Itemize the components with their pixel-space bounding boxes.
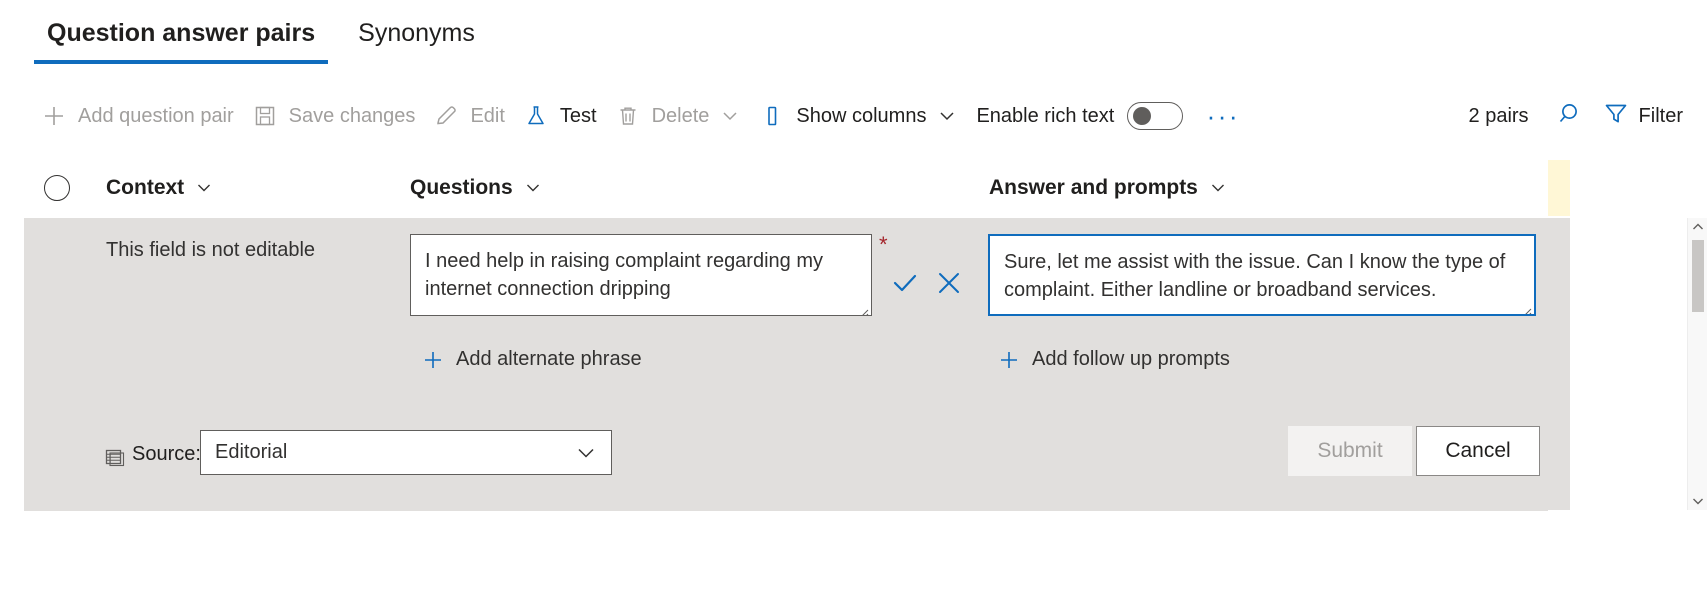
filter-button[interactable]: Filter <box>1591 94 1687 138</box>
source-label: Source: <box>132 443 201 465</box>
add-question-pair-button[interactable]: Add question pair <box>32 94 243 138</box>
test-button[interactable]: Test <box>514 94 606 138</box>
qna-editor-page: Question answer pairs Synonyms Add quest… <box>0 0 1707 592</box>
vertical-scrollbar[interactable] <box>1687 218 1707 510</box>
column-icon <box>759 103 785 129</box>
question-required-marker: * <box>879 232 888 257</box>
edit-button[interactable]: Edit <box>424 94 513 138</box>
show-columns-label: Show columns <box>796 104 927 127</box>
column-header-answer-and-prompts-label: Answer and prompts <box>989 176 1198 199</box>
scroll-up-arrow-icon[interactable] <box>1688 218 1707 236</box>
plus-icon <box>41 103 67 129</box>
close-icon <box>936 270 962 301</box>
show-columns-button[interactable]: Show columns <box>750 94 967 138</box>
confirm-question-button[interactable] <box>886 266 924 304</box>
tab-synonyms-label: Synonyms <box>358 19 475 47</box>
answer-textarea-value: Sure, let me assist with the issue. Can … <box>1004 251 1506 301</box>
enable-rich-text-toggle[interactable] <box>1127 102 1184 130</box>
column-header-questions-label: Questions <box>410 176 513 199</box>
tab-question-answer-pairs[interactable]: Question answer pairs <box>34 18 329 64</box>
add-alternate-phrase-label: Add alternate phrase <box>456 348 642 370</box>
filter-icon <box>1603 101 1629 132</box>
question-textarea[interactable]: I need help in raising complaint regardi… <box>410 234 872 316</box>
pairs-count: 2 pairs <box>1468 104 1529 127</box>
filter-label: Filter <box>1638 104 1683 127</box>
source-select-value: Editorial <box>215 441 288 463</box>
delete-button[interactable]: Delete <box>606 94 751 138</box>
question-textarea-value: I need help in raising complaint regardi… <box>425 250 823 300</box>
resize-handle-icon[interactable] <box>856 300 869 315</box>
toggle-knob <box>1133 107 1152 125</box>
row-peek-extension <box>1548 218 1570 510</box>
submit-button-label: Submit <box>1317 439 1383 462</box>
cancel-button-label: Cancel <box>1445 439 1511 462</box>
cancel-question-button[interactable] <box>930 266 968 304</box>
chevron-down-icon[interactable] <box>719 105 741 127</box>
chevron-down-icon[interactable] <box>524 179 542 197</box>
submit-button[interactable]: Submit <box>1288 426 1412 476</box>
save-changes-button[interactable]: Save changes <box>243 94 425 138</box>
chevron-down-icon[interactable] <box>195 179 213 197</box>
column-header-answer-and-prompts[interactable]: Answer and prompts <box>989 160 1227 216</box>
table-header: Context Questions Answer and prompts <box>0 160 1707 216</box>
add-follow-up-prompts-label: Add follow up prompts <box>1032 348 1230 370</box>
database-icon <box>104 447 126 469</box>
column-header-questions[interactable]: Questions <box>410 160 542 216</box>
scrollbar-thumb[interactable] <box>1692 240 1704 312</box>
save-disk-icon <box>252 103 278 129</box>
cancel-button[interactable]: Cancel <box>1416 426 1540 476</box>
resize-handle-icon[interactable] <box>1519 299 1532 314</box>
overflow-menu-button[interactable]: ··· <box>1200 94 1246 138</box>
checkmark-icon <box>890 268 920 303</box>
chevron-down-icon <box>575 442 597 464</box>
add-alternate-phrase-link[interactable]: Add alternate phrase <box>422 348 642 371</box>
chevron-down-icon[interactable] <box>936 105 958 127</box>
column-peek-highlight <box>1548 160 1570 216</box>
source-select[interactable]: Editorial <box>200 430 612 475</box>
scroll-down-arrow-icon[interactable] <box>1688 492 1707 510</box>
tab-question-answer-pairs-label: Question answer pairs <box>47 19 316 47</box>
tab-synonyms[interactable]: Synonyms <box>345 18 488 64</box>
edit-label: Edit <box>470 104 505 127</box>
save-changes-label: Save changes <box>288 104 416 127</box>
pencil-icon <box>433 103 459 129</box>
add-question-pair-label: Add question pair <box>78 104 234 127</box>
command-bar: Add question pair Save changes Edit Test… <box>0 88 1707 144</box>
add-follow-up-prompts-link[interactable]: Add follow up prompts <box>998 348 1230 371</box>
row-bottom-divider <box>24 510 1548 511</box>
tab-bar: Question answer pairs Synonyms <box>0 0 1707 64</box>
plus-icon <box>422 349 444 371</box>
select-all-radio[interactable] <box>44 175 70 201</box>
chevron-down-icon[interactable] <box>1209 179 1227 197</box>
overflow-menu-label: ··· <box>1206 101 1241 131</box>
delete-label: Delete <box>651 104 710 127</box>
enable-rich-text-label: Enable rich text <box>976 104 1115 127</box>
search-icon <box>1557 100 1585 133</box>
column-header-context-label: Context <box>106 176 185 199</box>
flask-icon <box>523 103 549 129</box>
trash-icon <box>615 103 641 129</box>
question-pair-edit-row: This field is not editable I need help i… <box>24 218 1548 510</box>
enable-rich-text-control: Enable rich text <box>967 94 1192 138</box>
context-not-editable-notice: This field is not editable <box>106 239 316 261</box>
test-label: Test <box>559 104 597 127</box>
answer-textarea[interactable]: Sure, let me assist with the issue. Can … <box>988 234 1536 316</box>
search-button[interactable] <box>1551 96 1591 136</box>
plus-icon <box>998 349 1020 371</box>
column-header-context[interactable]: Context <box>106 160 213 216</box>
